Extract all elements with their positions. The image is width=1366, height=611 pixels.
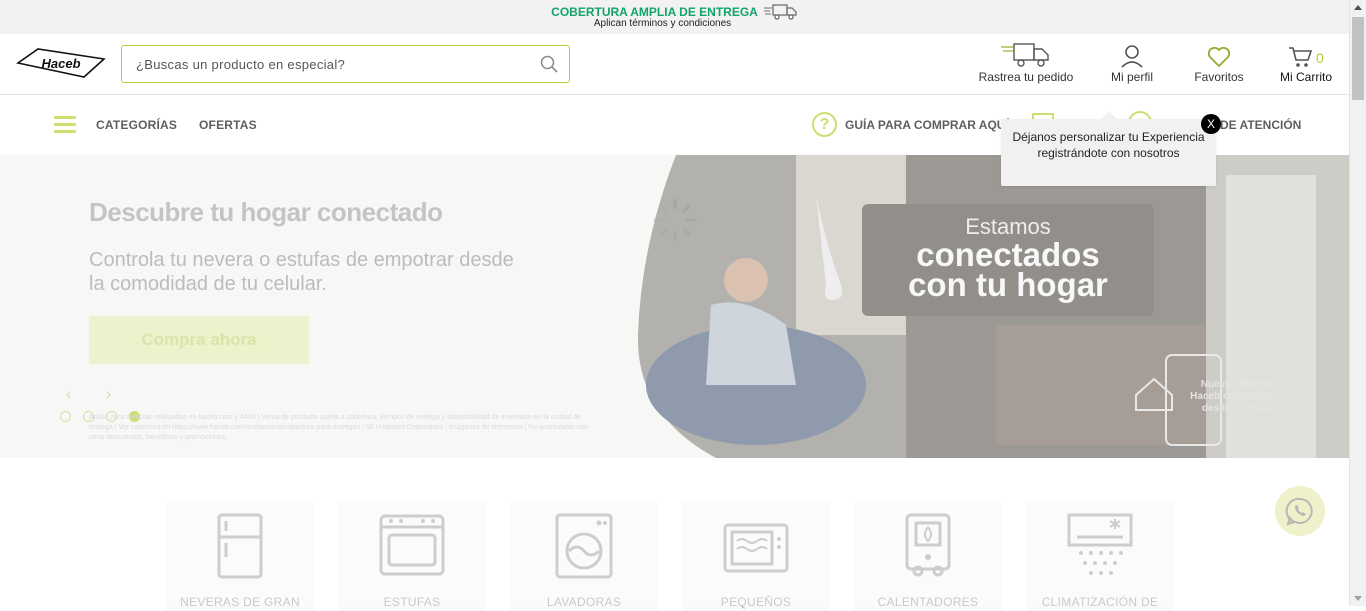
register-tooltip: Déjanos personalizar tu Experiencia regi… [1001, 111, 1216, 186]
track-order-link[interactable]: Rastrea tu pedido [977, 42, 1075, 84]
search-box [121, 45, 570, 83]
hero-fine-print: Aplica para compras realizadas en haceb.… [89, 414, 589, 441]
microwave-icon [682, 513, 830, 581]
offers-link[interactable]: OFERTAS [199, 118, 257, 132]
hero-banner-badge: Estamos conectados con tu hogar [862, 204, 1154, 316]
site-header: Haceb Rastrea tu pedido [0, 34, 1349, 95]
logo-text: Haceb [41, 56, 80, 71]
hero-title: Descubre tu hogar conectado [89, 197, 443, 227]
page-scrollbar[interactable] [1349, 0, 1366, 606]
category-card[interactable]: ESTUFAS [338, 501, 486, 611]
category-card[interactable]: LAVADORAS [510, 501, 658, 611]
category-grid: NEVERAS DE GRAN ESTUFAS LAVADORAS PEQUEÑ… [166, 501, 1174, 611]
washer-icon [510, 513, 658, 581]
cart-count: 0 [1316, 50, 1324, 66]
whatsapp-icon [1285, 497, 1313, 526]
cart-icon [1278, 42, 1334, 68]
scroll-down-icon[interactable] [1354, 596, 1362, 601]
loading-spinner-icon [653, 198, 697, 242]
hero-banner[interactable]: Estamos conectados con tu hogar Nuevas N… [0, 155, 1349, 458]
carousel-dot[interactable] [60, 411, 71, 422]
category-card[interactable]: NEVERAS DE GRAN [166, 501, 314, 611]
haceb-logo[interactable]: Haceb [16, 47, 106, 79]
shop-now-button[interactable]: Compra ahora [89, 316, 309, 364]
hero-subtitle: Controla tu nevera o estufas de empotrar… [89, 249, 514, 295]
tooltip-close-button[interactable]: X [1201, 114, 1221, 134]
promo-subline[interactable]: Aplican términos y condiciones [594, 18, 731, 29]
heater-icon [854, 513, 1002, 581]
heart-icon [1191, 42, 1247, 68]
profile-link[interactable]: Mi perfil [1108, 42, 1156, 84]
promo-bar: COBERTURA AMPLIA DE ENTREGA Aplican térm… [0, 0, 1349, 34]
buying-guide-link[interactable]: ? GUÍA PARA COMPRAR AQUÍ [812, 112, 1009, 137]
whatsapp-button[interactable] [1275, 486, 1325, 536]
fridge-icon [166, 513, 314, 581]
cart-link[interactable]: 0 Mi Carrito [1278, 42, 1334, 84]
question-icon: ? [812, 112, 837, 137]
favorites-link[interactable]: Favoritos [1191, 42, 1247, 84]
air-conditioner-icon [1026, 513, 1174, 581]
attention-link[interactable]: DE ATENCIÓN [1220, 118, 1301, 132]
hero-side-note: Nuevas Neveras Haceb conectadas desde tu… [1190, 379, 1278, 414]
categories-link[interactable]: CATEGORÍAS [96, 118, 177, 132]
scroll-thumb[interactable] [1352, 17, 1364, 100]
carousel-prev-icon[interactable]: ‹ [66, 386, 71, 404]
scroll-up-icon[interactable] [1354, 5, 1362, 10]
truck-icon [977, 42, 1075, 68]
carousel-next-icon[interactable]: › [106, 386, 111, 404]
category-card[interactable]: CALENTADORES [854, 501, 1002, 611]
menu-icon[interactable] [54, 116, 76, 134]
stove-icon [338, 513, 486, 581]
category-card[interactable]: PEQUEÑOS [682, 501, 830, 611]
category-card[interactable]: CLIMATIZACIÓN DE [1026, 501, 1174, 611]
promo-headline: COBERTURA AMPLIA DE ENTREGA [551, 5, 758, 19]
user-icon [1108, 42, 1156, 68]
search-input[interactable] [122, 46, 529, 82]
search-icon[interactable] [529, 46, 569, 82]
